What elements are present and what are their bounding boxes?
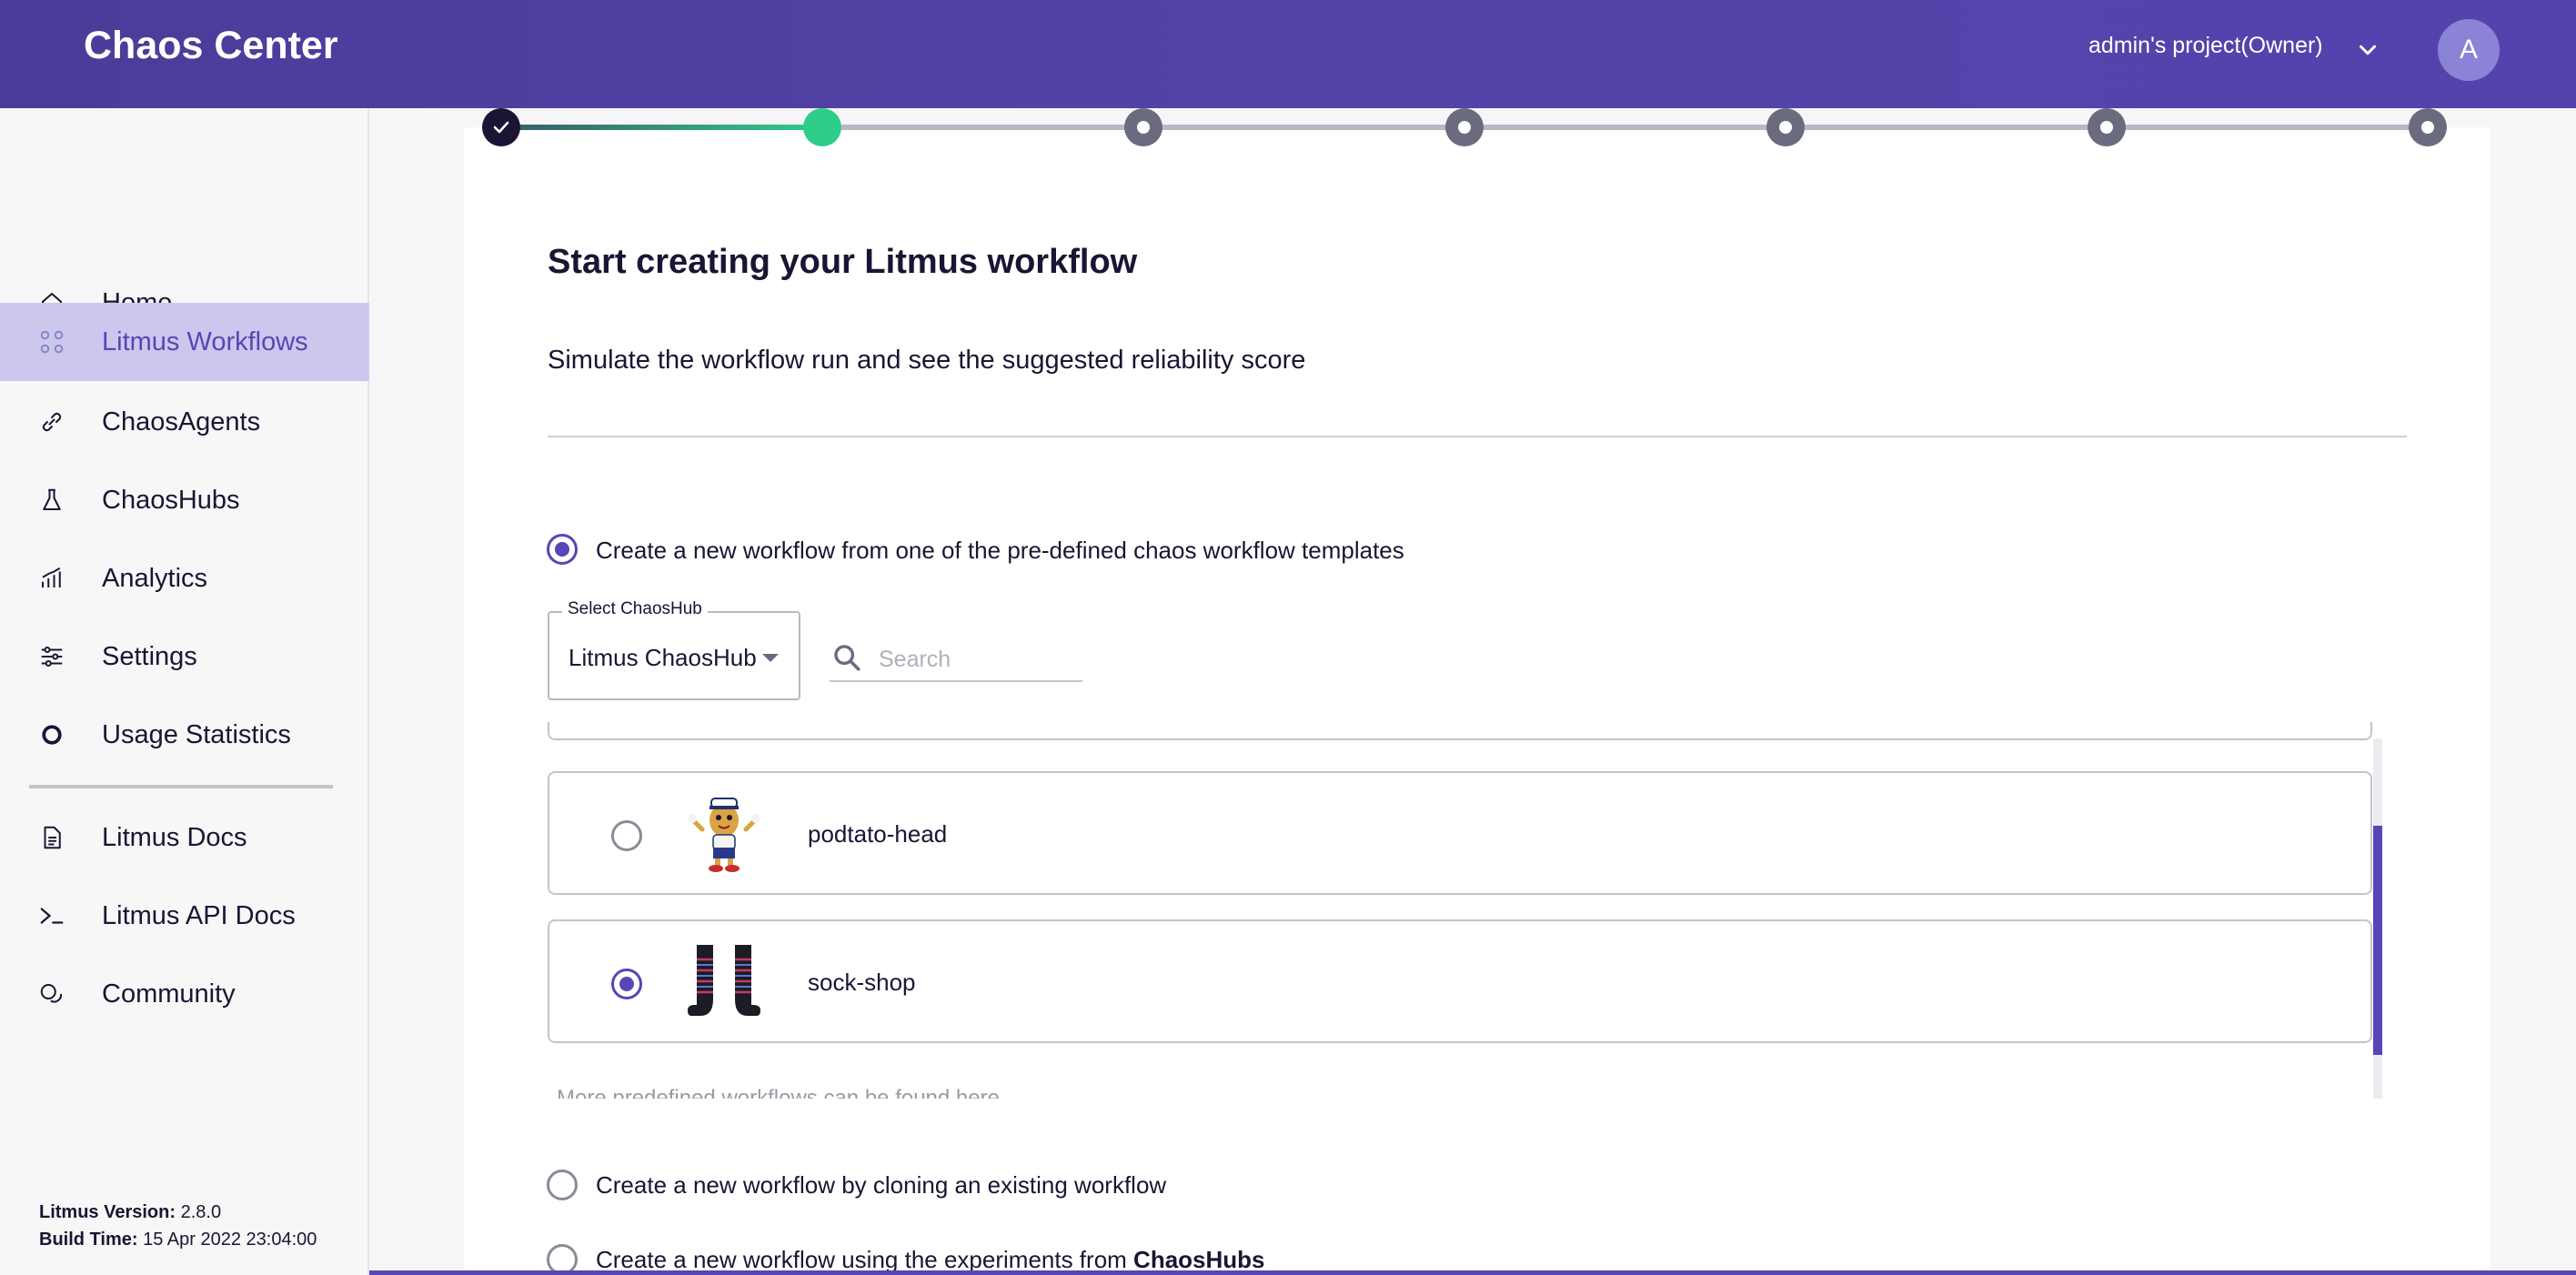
version-value: 2.8.0: [180, 1202, 222, 1222]
list-item-partial[interactable]: [548, 722, 2372, 740]
sidebar-item-label: Usage Statistics: [102, 719, 291, 749]
sidebar-item-label: Analytics: [102, 563, 208, 593]
build-value: 15 Apr 2022 23:04:00: [143, 1230, 317, 1250]
template-radio[interactable]: [611, 969, 642, 999]
sidebar-item-community[interactable]: Community: [0, 955, 369, 1033]
sidebar-item-chaosagents[interactable]: ChaosAgents: [0, 383, 369, 461]
sidebar-divider: [29, 785, 333, 788]
sidebar-item-label: Community: [102, 979, 236, 1009]
analytics-icon: [36, 563, 67, 594]
template-name: sock-shop: [808, 969, 916, 996]
sliders-icon: [36, 641, 67, 672]
page-title: Start creating your Litmus workflow: [548, 243, 1138, 281]
top-header: Chaos Center admin's project(Owner) A: [0, 0, 2576, 108]
sidebar-item-analytics[interactable]: Analytics: [0, 539, 369, 617]
sidebar-item-label: ChaosHubs: [102, 485, 240, 515]
template-item-sock-shop[interactable]: sock-shop: [548, 919, 2372, 1043]
search-icon: [834, 645, 860, 671]
stepper-progress-line: [500, 125, 822, 130]
chaoshub-select-label: Select ChaosHub: [562, 599, 708, 619]
donut-icon: [36, 719, 67, 750]
chevron-down-icon[interactable]: [2354, 36, 2381, 64]
option-predefined-label[interactable]: Create a new workflow from one of the pr…: [596, 537, 1404, 565]
radio-predefined-template[interactable]: [547, 534, 578, 565]
sidebar-item-label: Settings: [102, 641, 197, 671]
version-label: Litmus Version:: [39, 1202, 176, 1222]
template-item-podtato-head[interactable]: podtato-head: [548, 771, 2372, 895]
terminal-icon: [36, 900, 67, 931]
avatar[interactable]: A: [2438, 19, 2500, 81]
link-icon: [36, 407, 67, 437]
step-2-current[interactable]: [803, 108, 841, 146]
sidebar-item-litmus-docs[interactable]: Litmus Docs: [0, 798, 369, 877]
document-icon: [36, 822, 67, 853]
page-subtitle: Simulate the workflow run and see the su…: [548, 346, 1306, 375]
more-templates-hint: More predefined workflows can be found h…: [557, 1086, 1000, 1099]
step-7[interactable]: [2409, 108, 2447, 146]
section-divider: [548, 436, 2407, 437]
build-time: Build Time: 15 Apr 2022 23:04:00: [39, 1230, 317, 1250]
sidebar-item-litmus-workflows[interactable]: Litmus Workflows: [0, 303, 369, 381]
podtato-head-image: [688, 798, 760, 872]
template-name: podtato-head: [808, 820, 948, 848]
sidebar: Home Litmus Workflows ChaosAgents ChaosH…: [0, 108, 369, 1275]
check-icon: [493, 121, 509, 134]
sidebar-item-chaoshubs[interactable]: ChaosHubs: [0, 461, 369, 539]
build-label: Build Time:: [39, 1230, 138, 1250]
search-field[interactable]: [830, 637, 1082, 682]
sock-shop-image: [688, 945, 760, 1016]
dropdown-arrow-icon[interactable]: [762, 654, 779, 662]
list-scrollbar-thumb[interactable]: [2373, 826, 2382, 1055]
step-6[interactable]: [2088, 108, 2126, 146]
step-5[interactable]: [1766, 108, 1805, 146]
bottom-accent-bar: [369, 1270, 2576, 1275]
chaoshub-select-value[interactable]: Litmus ChaosHub: [569, 644, 757, 672]
flask-icon: [36, 485, 67, 516]
chat-icon: [36, 979, 67, 1009]
template-radio[interactable]: [611, 820, 642, 851]
template-list: podtato-head sock-shop More predefined w…: [548, 722, 2381, 1099]
sidebar-item-label: Litmus Docs: [102, 822, 247, 852]
radio-clone-workflow[interactable]: [547, 1170, 578, 1200]
sidebar-item-litmus-api-docs[interactable]: Litmus API Docs: [0, 877, 369, 955]
stepper-track-line: [822, 125, 2429, 130]
step-3[interactable]: [1124, 108, 1162, 146]
sidebar-item-label: ChaosAgents: [102, 407, 261, 437]
sidebar-item-label: Litmus Workflows: [102, 326, 308, 356]
project-selector-label[interactable]: admin's project(Owner): [2088, 33, 2323, 59]
workflows-icon: [36, 326, 67, 357]
brand-title[interactable]: Chaos Center: [84, 24, 338, 68]
option-experiments-prefix: Create a new workflow using the experime…: [596, 1246, 1127, 1273]
option-experiments-bold: ChaosHubs: [1133, 1246, 1265, 1273]
step-1-done[interactable]: [482, 108, 520, 146]
sidebar-item-settings[interactable]: Settings: [0, 617, 369, 696]
workflow-card: [464, 127, 2490, 1275]
litmus-version: Litmus Version: 2.8.0: [39, 1202, 221, 1223]
search-input[interactable]: [879, 644, 1079, 675]
sidebar-item-label: Litmus API Docs: [102, 900, 296, 930]
option-clone-label[interactable]: Create a new workflow by cloning an exis…: [596, 1171, 1166, 1200]
step-4[interactable]: [1445, 108, 1484, 146]
sidebar-item-usage-statistics[interactable]: Usage Statistics: [0, 696, 369, 774]
